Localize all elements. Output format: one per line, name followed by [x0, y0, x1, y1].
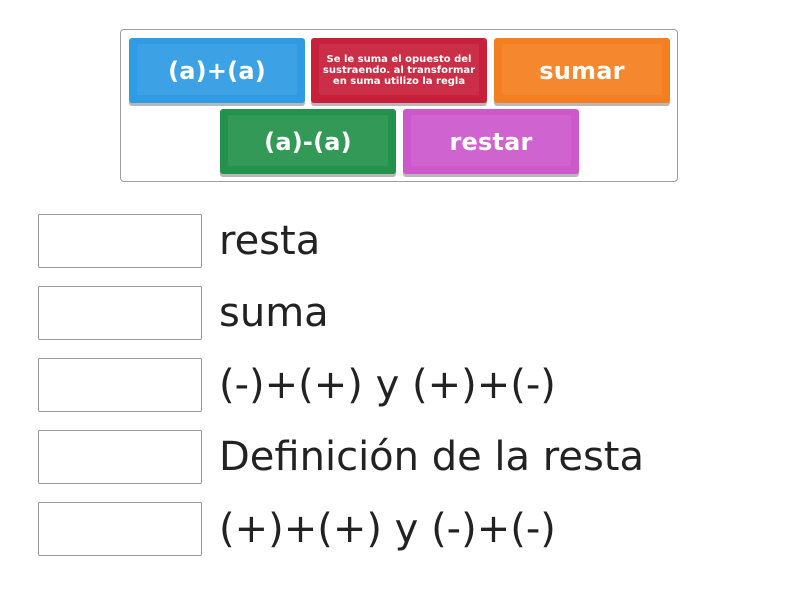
tile-restar[interactable]: restar	[403, 109, 579, 174]
row-label: Definición de la resta	[219, 434, 644, 480]
tile-sumar[interactable]: sumar	[494, 38, 670, 103]
tile-label: restar	[449, 127, 533, 156]
match-row-signos-distintos: (-)+(+) y (+)+(-)	[38, 358, 738, 414]
tile-label: Se le suma el opuesto del sustraendo. al…	[322, 54, 476, 87]
drop-slot[interactable]	[38, 430, 202, 484]
row-label: suma	[219, 290, 329, 336]
row-label: (-)+(+) y (+)+(-)	[219, 362, 556, 408]
tile-definicion-text[interactable]: Se le suma el opuesto del sustraendo. al…	[311, 38, 487, 103]
drop-slot[interactable]	[38, 502, 202, 556]
match-row-definicion: Definición de la resta	[38, 430, 738, 486]
tile-a-minus-a[interactable]: (a)-(a)	[220, 109, 396, 174]
drop-slot[interactable]	[38, 286, 202, 340]
tile-a-plus-a[interactable]: (a)+(a)	[129, 38, 305, 103]
match-row-resta: resta	[38, 214, 738, 270]
drop-slot[interactable]	[38, 214, 202, 268]
tile-label: sumar	[539, 56, 625, 85]
row-label: resta	[219, 218, 321, 264]
row-label: (+)+(+) y (-)+(-)	[219, 506, 556, 552]
match-row-suma: suma	[38, 286, 738, 342]
match-row-signos-iguales: (+)+(+) y (-)+(-)	[38, 502, 738, 558]
tile-label: (a)+(a)	[168, 56, 266, 85]
drop-slot[interactable]	[38, 358, 202, 412]
tile-label: (a)-(a)	[264, 127, 352, 156]
